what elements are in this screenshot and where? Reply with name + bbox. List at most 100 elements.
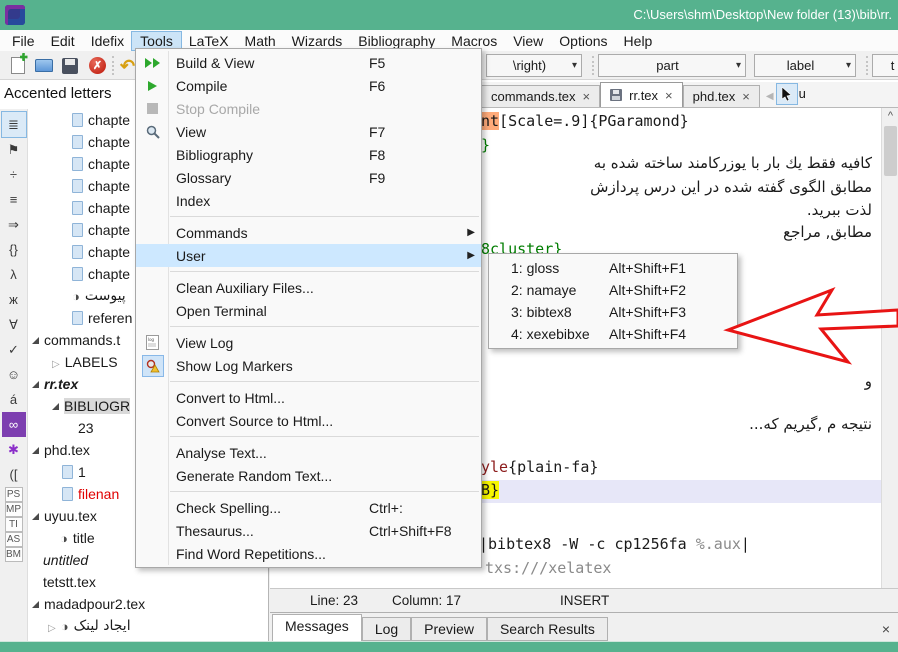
- clipped-combo[interactable]: t: [872, 54, 898, 77]
- menu-item-clean-auxiliary[interactable]: Clean Auxiliary Files...: [136, 276, 481, 299]
- close-icon[interactable]: ×: [583, 89, 591, 104]
- menu-item-analyse-text[interactable]: Analyse Text...: [136, 441, 481, 464]
- accented-letters-icon[interactable]: á: [2, 387, 26, 412]
- menu-item-bibliography[interactable]: BibliographyF8: [136, 143, 481, 166]
- tab-commands-tex[interactable]: commands.tex ×: [481, 85, 600, 107]
- greek-icon[interactable]: λ: [2, 262, 26, 287]
- code-line-bib: B}: [481, 481, 499, 499]
- arrows-icon[interactable]: ⇒: [2, 212, 26, 237]
- menu-item-check-spelling[interactable]: Check Spelling...Ctrl+:: [136, 496, 481, 519]
- tab-scroll-left-icon[interactable]: ◀: [766, 91, 774, 102]
- menu-item-commands[interactable]: Commands ▶: [136, 221, 481, 244]
- menu-item-open-terminal[interactable]: Open Terminal: [136, 299, 481, 322]
- structure-panel-icon[interactable]: ≣: [2, 112, 26, 137]
- bookmarks-panel-icon[interactable]: ⚑: [2, 137, 26, 162]
- sectioning-combo[interactable]: part ▾: [598, 54, 746, 77]
- tab-messages[interactable]: Messages: [272, 614, 362, 641]
- submenu-item-gloss[interactable]: 1: glossAlt+Shift+F1: [489, 257, 737, 279]
- tab-preview[interactable]: Preview: [411, 617, 487, 641]
- code-line-bibtex8: |bibtex8 -W -c cp1256fa %.aux|: [479, 535, 750, 553]
- menu-macros[interactable]: Macros: [443, 32, 505, 50]
- scrollbar-thumb[interactable]: [884, 126, 897, 176]
- mouse-cursor-icon: [781, 87, 793, 101]
- menu-item-find-word-repetitions[interactable]: Find Word Repetitions...: [136, 542, 481, 565]
- tools-menu-popup: Build & ViewF5 CompileF6 Stop Compile Vi…: [135, 48, 482, 568]
- operators-icon[interactable]: ∀: [2, 312, 26, 337]
- menu-item-build-view[interactable]: Build & ViewF5: [136, 51, 481, 74]
- app-icon: [5, 5, 25, 25]
- tree-item-create-link[interactable]: ايجاد لينک: [28, 615, 268, 637]
- new-document-icon: [11, 57, 25, 74]
- new-document-button[interactable]: [6, 54, 29, 77]
- tab-rr-tex[interactable]: rr.tex ×: [600, 82, 683, 107]
- tab-phd-tex[interactable]: phd.tex ×: [683, 85, 760, 107]
- menu-edit[interactable]: Edit: [43, 32, 83, 50]
- menu-bibliography[interactable]: Bibliography: [350, 32, 443, 50]
- menu-latex[interactable]: LaTeX: [181, 32, 237, 50]
- label-combo[interactable]: label ▾: [754, 54, 856, 77]
- expanded-arrow-icon[interactable]: [32, 447, 39, 454]
- unsaved-floppy-icon: [610, 89, 622, 101]
- close-panel-icon[interactable]: ×: [882, 621, 890, 637]
- menu-math[interactable]: Math: [237, 32, 284, 50]
- collapsed-arrow-icon[interactable]: [52, 354, 60, 370]
- tab-log[interactable]: Log: [362, 617, 411, 641]
- expanded-arrow-icon[interactable]: [52, 403, 59, 410]
- as-panel-icon[interactable]: AS: [5, 532, 23, 547]
- menu-item-convert-source-html[interactable]: Convert Source to Html...: [136, 409, 481, 432]
- file-icon: [72, 223, 83, 237]
- menu-wizards[interactable]: Wizards: [284, 32, 351, 50]
- mp-panel-icon[interactable]: MP: [5, 502, 23, 517]
- menu-item-view[interactable]: ViewF7: [136, 120, 481, 143]
- expanded-arrow-icon[interactable]: [32, 381, 39, 388]
- menu-file[interactable]: File: [4, 32, 43, 50]
- cyrillic-icon[interactable]: ж: [2, 287, 26, 312]
- menu-item-glossary[interactable]: GlossaryF9: [136, 166, 481, 189]
- menu-idefix[interactable]: Idefix: [83, 32, 132, 50]
- close-icon[interactable]: ×: [742, 89, 750, 104]
- delimiters-icon[interactable]: {}: [2, 237, 26, 262]
- tab-search-results[interactable]: Search Results: [487, 617, 608, 641]
- menu-item-user[interactable]: User ▶: [136, 244, 481, 267]
- menu-tools[interactable]: Tools: [132, 32, 181, 50]
- menu-item-view-log[interactable]: log View Log: [136, 331, 481, 354]
- expanded-arrow-icon[interactable]: [32, 337, 39, 344]
- menu-item-compile[interactable]: CompileF6: [136, 74, 481, 97]
- tab-label: rr.tex: [629, 88, 658, 103]
- tree-item-tetstt-tex[interactable]: tetstt.tex: [28, 571, 268, 593]
- menu-item-generate-random-text[interactable]: Generate Random Text...: [136, 464, 481, 487]
- expanded-arrow-icon[interactable]: [32, 513, 39, 520]
- menu-view[interactable]: View: [505, 32, 551, 50]
- bm-panel-icon[interactable]: BM: [5, 547, 23, 562]
- checkmark-icon[interactable]: ✓: [2, 337, 26, 362]
- expanded-arrow-icon[interactable]: [32, 601, 39, 608]
- menu-item-convert-html[interactable]: Convert to Html...: [136, 386, 481, 409]
- menu-help[interactable]: Help: [616, 32, 661, 50]
- brackets-icon[interactable]: ([: [2, 462, 26, 487]
- menu-item-show-log-markers[interactable]: Show Log Markers: [136, 354, 481, 377]
- infinity-icon[interactable]: ∞: [2, 412, 26, 437]
- relations-icon[interactable]: ≡: [2, 187, 26, 212]
- misc-symbols-icon[interactable]: ☺: [2, 362, 26, 387]
- persian-text-line: كافيه فقط يك بار با يوزركامند ساخته شده …: [594, 154, 872, 172]
- tab-scroll-right-button[interactable]: [777, 84, 797, 104]
- special-symbols-icon[interactable]: ✱: [2, 437, 26, 462]
- menu-item-thesaurus[interactable]: Thesaurus...Ctrl+Shift+F8: [136, 519, 481, 542]
- ti-panel-icon[interactable]: TI: [5, 517, 23, 532]
- open-file-button[interactable]: [32, 54, 55, 77]
- save-file-button[interactable]: [58, 54, 81, 77]
- tab-label: commands.tex: [491, 89, 576, 104]
- menu-options[interactable]: Options: [551, 32, 615, 50]
- ps-panel-icon[interactable]: PS: [5, 487, 23, 502]
- close-icon[interactable]: ×: [665, 88, 673, 103]
- tree-item-madadpour2-tex[interactable]: madadpour2.tex: [28, 593, 268, 615]
- close-button[interactable]: ✗: [86, 54, 109, 77]
- tab-label: phd.tex: [693, 89, 736, 104]
- collapsed-arrow-icon[interactable]: [48, 618, 56, 634]
- right-delimiter-combo[interactable]: \right) ▾: [486, 54, 582, 77]
- undo-icon: ↶: [120, 57, 135, 75]
- math-divide-icon[interactable]: ÷: [2, 162, 26, 187]
- window-title: C:\Users\shm\Desktop\New folder (13)\bib…: [633, 7, 892, 22]
- scroll-up-icon[interactable]: ^: [882, 108, 898, 124]
- menu-item-index[interactable]: Index: [136, 189, 481, 212]
